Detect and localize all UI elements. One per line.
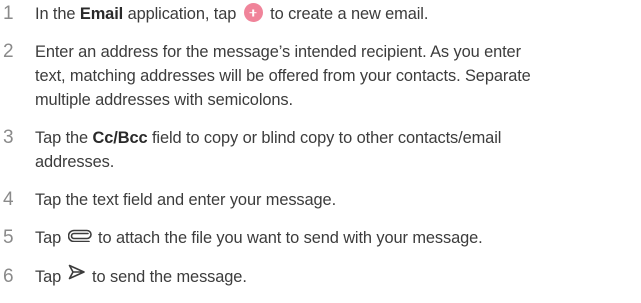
step-text: to attach the file you want to send with… [93, 229, 483, 247]
step-text-line: addresses. [35, 153, 115, 171]
plus-icon [243, 3, 263, 23]
step-text: application, tap [123, 5, 241, 23]
step-3: 3 Tap the Cc/Bcc field to copy or blind … [0, 126, 641, 174]
step-text: to send the message. [87, 267, 247, 286]
field-name: Cc/Bcc [92, 129, 148, 147]
send-icon [68, 263, 86, 287]
instruction-steps: 1 In the Email application, tap to creat… [0, 2, 641, 289]
step-number: 6 [3, 265, 14, 287]
step-text-line: multiple addresses with semicolons. [35, 91, 293, 109]
step-text-line: Enter an address for the message’s inten… [35, 43, 521, 61]
step-number: 2 [3, 41, 14, 62]
step-text-line: Tap the Cc/Bcc field to copy or blind co… [35, 126, 641, 150]
step-number: 4 [3, 189, 14, 210]
step-text: field to copy or blind copy to other con… [147, 129, 502, 147]
step-text-line: text, matching addresses will be offered… [35, 67, 531, 85]
step-number: 1 [3, 3, 14, 24]
paperclip-icon [67, 225, 92, 249]
step-4: 4 Tap the text field and enter your mess… [0, 188, 641, 212]
step-text: Tap the [35, 129, 93, 147]
step-6: 6 Tap to send the message. [0, 265, 641, 290]
step-text: In the [35, 5, 80, 23]
step-text: to create a new email. [265, 5, 429, 23]
app-name: Email [79, 5, 124, 23]
step-5: 5 Tap to attach the file you want to sen… [0, 226, 641, 251]
step-1: 1 In the Email application, tap to creat… [0, 2, 641, 26]
step-number: 5 [3, 227, 14, 248]
step-text: Tap [35, 229, 66, 247]
step-text: Tap the text field and enter your messag… [35, 191, 337, 209]
step-2: 2 Enter an address for the message’s int… [0, 40, 641, 112]
step-text: Tap [35, 267, 66, 286]
step-number: 3 [3, 127, 14, 148]
